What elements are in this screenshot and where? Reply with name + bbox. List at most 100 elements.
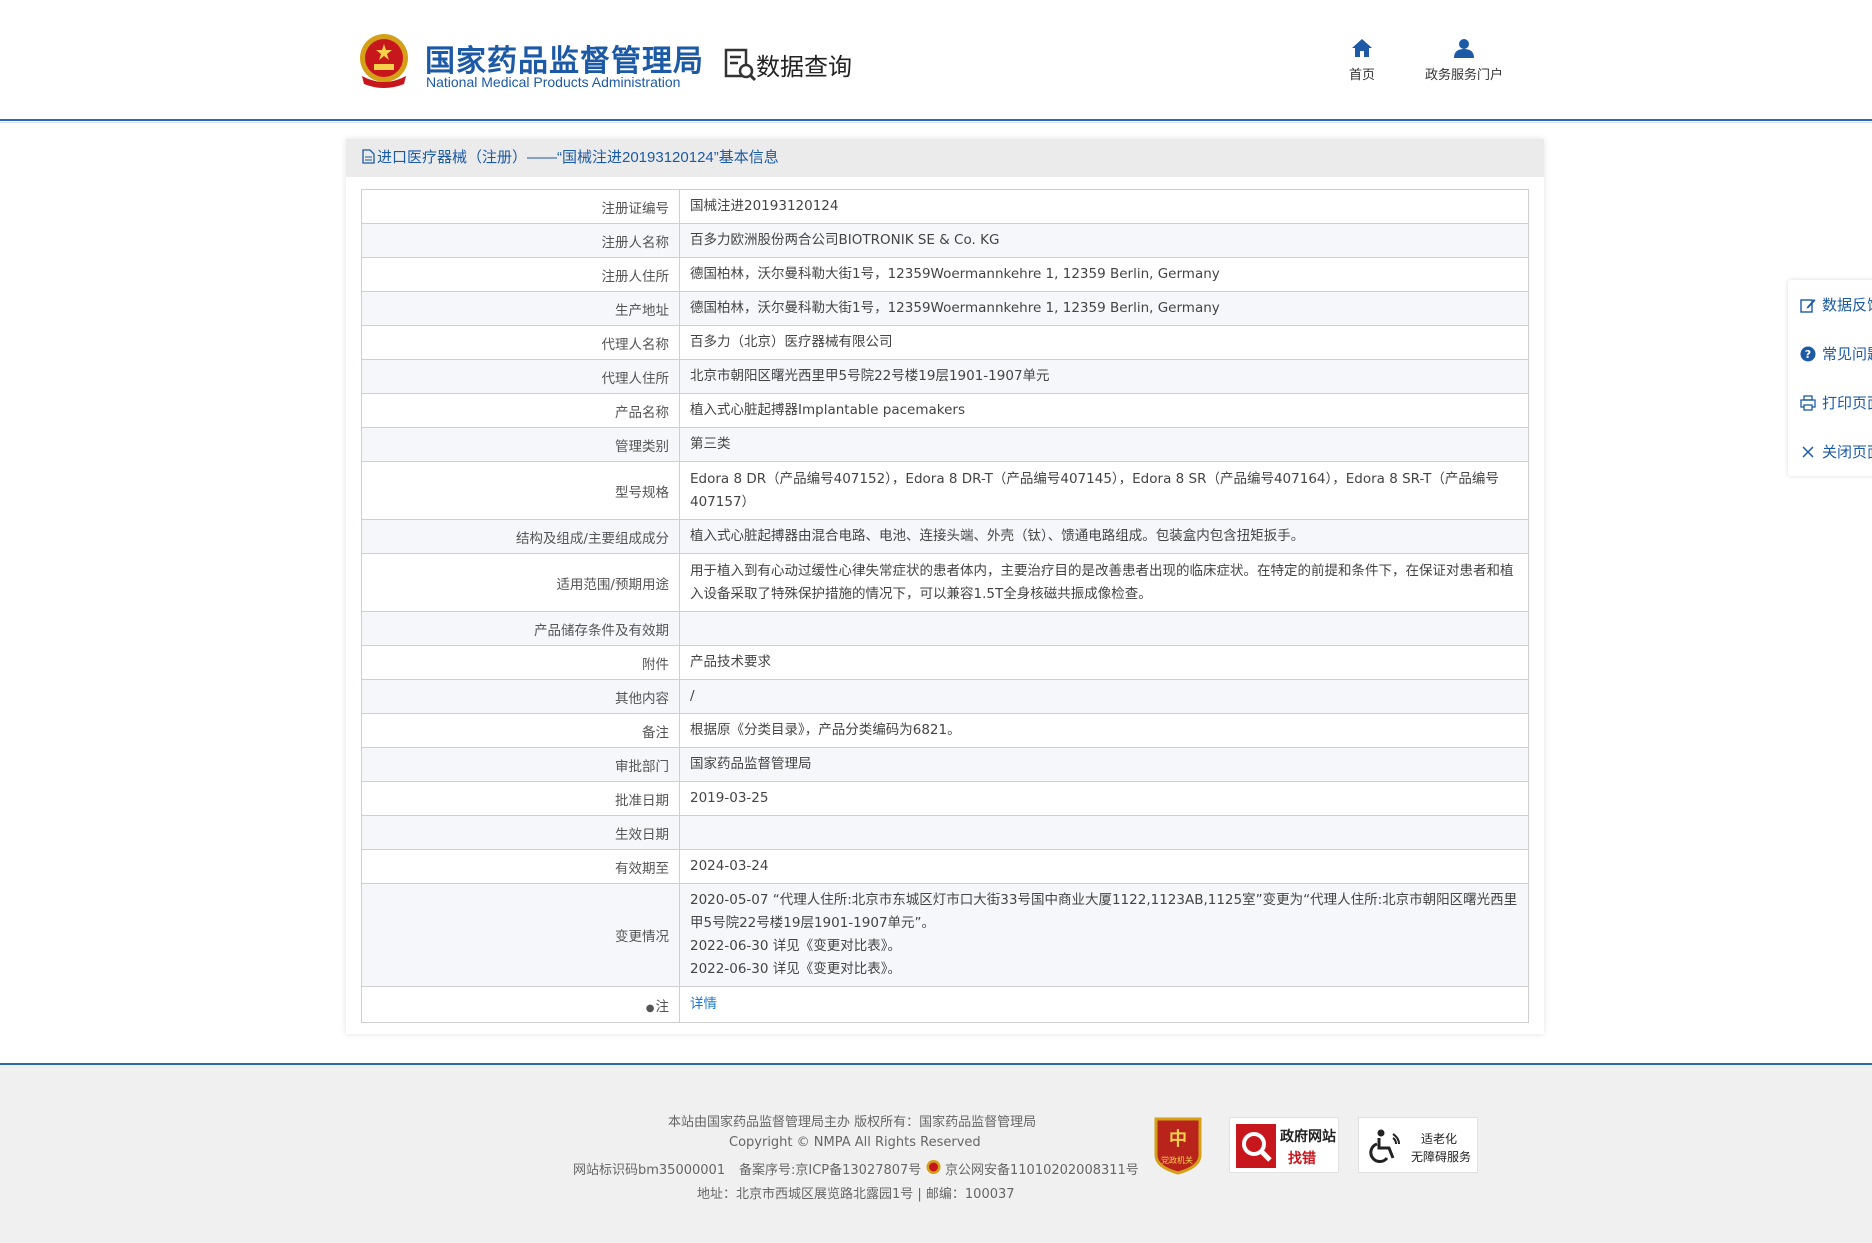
note-label: 注 bbox=[655, 998, 670, 1015]
table-row-changes: 变更情况 2020-05-07 “代理人住所:北京市东城区灯市口大街33号国中商业… bbox=[361, 883, 1529, 987]
field-label: 备注 bbox=[361, 713, 680, 748]
field-value: 2019-03-25 bbox=[679, 781, 1529, 816]
footer-icp-link[interactable]: 备案序号:京ICP备13027807号 bbox=[739, 1159, 921, 1178]
field-value: 第三类 bbox=[679, 427, 1529, 462]
gov-site-subtitle: 找错 bbox=[1288, 1150, 1316, 1166]
field-label: 产品名称 bbox=[361, 393, 680, 428]
question-icon: ? bbox=[1800, 346, 1816, 362]
field-value: 德国柏林，沃尔曼科勒大街1号，12359Woermannkehre 1, 123… bbox=[679, 257, 1529, 292]
field-label: 结构及组成/主要组成成分 bbox=[361, 519, 680, 554]
site-name-en: National Medical Products Administration bbox=[426, 74, 681, 90]
national-emblem-icon bbox=[360, 34, 408, 88]
field-label: 注册人名称 bbox=[361, 223, 680, 258]
table-row: 结构及组成/主要组成成分 植入式心脏起搏器由混合电路、电池、连接头端、外壳（钛）、… bbox=[361, 519, 1529, 554]
field-value: Edora 8 DR（产品编号407152），Edora 8 DR-T（产品编号… bbox=[679, 461, 1529, 520]
nav-portal-label: 政务服务门户 bbox=[1424, 67, 1503, 82]
site-header: 国家药品监督管理局 National Medical Products Admi… bbox=[0, 0, 1872, 120]
pin-icon: ● bbox=[645, 1002, 655, 1014]
footer-copyright-en: Copyright © NMPA All Rights Reserved bbox=[729, 1135, 981, 1150]
data-query-icon bbox=[724, 48, 757, 82]
float-feedback-label: 数据反馈 bbox=[1822, 297, 1872, 314]
table-row: 适用范围/预期用途 用于植入到有心动过缓性心律失常症状的患者体内，主要治疗目的是改… bbox=[361, 553, 1529, 612]
home-icon bbox=[1352, 39, 1372, 57]
field-label: 产品储存条件及有效期 bbox=[361, 611, 680, 646]
floating-toolbar: 数据反馈 ? 常见问题 打印页面 关闭页面 bbox=[1788, 280, 1872, 476]
float-feedback-button[interactable]: 数据反馈 bbox=[1800, 294, 1872, 315]
svg-text:中: 中 bbox=[1169, 1128, 1187, 1150]
document-icon bbox=[362, 149, 375, 164]
field-value: 用于植入到有心动过缓性心律失常症状的患者体内，主要治疗目的是改善患者出现的临床症… bbox=[679, 553, 1529, 612]
magnifier-icon bbox=[1236, 1124, 1276, 1168]
float-print-button[interactable]: 打印页面 bbox=[1800, 392, 1872, 413]
accessibility-badge[interactable]: 适老化 无障碍服务 bbox=[1358, 1117, 1478, 1173]
party-gov-badge[interactable]: 中 党政机关 bbox=[1152, 1115, 1204, 1175]
party-gov-label: 党政机关 bbox=[1161, 1156, 1193, 1165]
field-label: 有效期至 bbox=[361, 849, 680, 884]
field-label: 注册证编号 bbox=[361, 189, 680, 224]
table-row: 管理类别 第三类 bbox=[361, 427, 1529, 462]
table-row: 产品名称 植入式心脏起搏器Implantable pacemakers bbox=[361, 393, 1529, 428]
field-value: / bbox=[679, 679, 1529, 714]
field-label: 注册人住所 bbox=[361, 257, 680, 292]
field-value: 产品技术要求 bbox=[679, 645, 1529, 680]
table-row: 代理人名称 百多力（北京）医疗器械有限公司 bbox=[361, 325, 1529, 360]
nav-home-label: 首页 bbox=[1348, 67, 1375, 82]
edit-icon bbox=[1800, 299, 1816, 313]
card-title: 进口医疗器械（注册）——“国械注进20193120124”基本信息 bbox=[377, 149, 779, 166]
field-value: 百多力（北京）医疗器械有限公司 bbox=[679, 325, 1529, 360]
field-value: 国械注进20193120124 bbox=[679, 189, 1529, 224]
field-label: 生产地址 bbox=[361, 291, 680, 326]
field-value: 百多力欧洲股份两合公司BIOTRONIK SE & Co. KG bbox=[679, 223, 1529, 258]
svg-text:?: ? bbox=[1805, 348, 1811, 361]
field-value: 2024-03-24 bbox=[679, 849, 1529, 884]
police-badge-icon bbox=[926, 1160, 941, 1174]
info-table: 注册证编号 国械注进20193120124 注册人名称 百多力欧洲股份两合公司BIOT… bbox=[361, 189, 1529, 1023]
table-row: 生效日期 bbox=[361, 815, 1529, 850]
user-icon bbox=[1454, 39, 1474, 58]
float-close-button[interactable]: 关闭页面 bbox=[1800, 441, 1872, 462]
field-value: 国家药品监督管理局 bbox=[679, 747, 1529, 782]
field-value: 北京市朝阳区曙光西里甲5号院22号楼19层1901-1907单元 bbox=[679, 359, 1529, 394]
table-row: 注册人住所 德国柏林，沃尔曼科勒大街1号，12359Woermannkehre 1… bbox=[361, 257, 1529, 292]
accessibility-icon bbox=[1369, 1129, 1400, 1163]
site-footer: 本站由国家药品监督管理局主办 版权所有：国家药品监督管理局 Copyright … bbox=[0, 1065, 1872, 1243]
field-value: 植入式心脏起搏器Implantable pacemakers bbox=[679, 393, 1529, 428]
header-divider-light bbox=[0, 122, 1872, 123]
table-row: 附件 产品技术要求 bbox=[361, 645, 1529, 680]
table-row: 注册证编号 国械注进20193120124 bbox=[361, 189, 1529, 224]
field-label: 适用范围/预期用途 bbox=[361, 553, 680, 612]
table-row: 备注 根据原《分类目录》，产品分类编码为6821。 bbox=[361, 713, 1529, 748]
field-value bbox=[679, 611, 1529, 646]
gov-site-error-badge[interactable]: 政府网站 找错 bbox=[1229, 1117, 1339, 1173]
field-value: 德国柏林，沃尔曼科勒大街1号，12359Woermannkehre 1, 123… bbox=[679, 291, 1529, 326]
footer-address: 地址：北京市西城区展览路北露园1号 | 邮编：100037 bbox=[697, 1187, 1015, 1202]
field-label: 生效日期 bbox=[361, 815, 680, 850]
details-link[interactable]: 详情 bbox=[690, 996, 717, 1012]
float-close-label: 关闭页面 bbox=[1822, 444, 1872, 461]
field-label: ●注 bbox=[361, 986, 680, 1023]
field-label: 批准日期 bbox=[361, 781, 680, 816]
accessibility-title: 适老化 bbox=[1421, 1132, 1458, 1146]
card-title-bar: 进口医疗器械（注册）——“国械注进20193120124”基本信息 bbox=[346, 139, 1544, 177]
close-icon bbox=[1802, 446, 1814, 458]
table-row: 产品储存条件及有效期 bbox=[361, 611, 1529, 646]
field-label: 变更情况 bbox=[361, 883, 680, 987]
header-divider bbox=[0, 119, 1872, 121]
table-row: 批准日期 2019-03-25 bbox=[361, 781, 1529, 816]
table-row-note: ●注 详情 bbox=[361, 986, 1529, 1023]
section-title: 数据查询 bbox=[756, 54, 852, 81]
gov-site-title: 政府网站 bbox=[1280, 1128, 1336, 1144]
nav-service-portal[interactable]: 政务服务门户 bbox=[1414, 38, 1514, 83]
field-label: 审批部门 bbox=[361, 747, 680, 782]
accessibility-subtitle: 无障碍服务 bbox=[1411, 1150, 1472, 1164]
float-faq-label: 常见问题 bbox=[1822, 346, 1872, 363]
footer-police-link[interactable]: 京公网安备11010202008311号 bbox=[945, 1159, 1139, 1178]
nav-home[interactable]: 首页 bbox=[1340, 38, 1384, 83]
detail-card: 进口医疗器械（注册）——“国械注进20193120124”基本信息 注册证编号国… bbox=[346, 139, 1544, 1034]
change-entry: 2022-06-30 详见《变更对比表》。 bbox=[690, 938, 901, 954]
float-faq-button[interactable]: ? 常见问题 bbox=[1800, 343, 1872, 364]
field-label: 型号规格 bbox=[361, 461, 680, 520]
field-label: 代理人住所 bbox=[361, 359, 680, 394]
field-label: 附件 bbox=[361, 645, 680, 680]
field-value bbox=[679, 815, 1529, 850]
